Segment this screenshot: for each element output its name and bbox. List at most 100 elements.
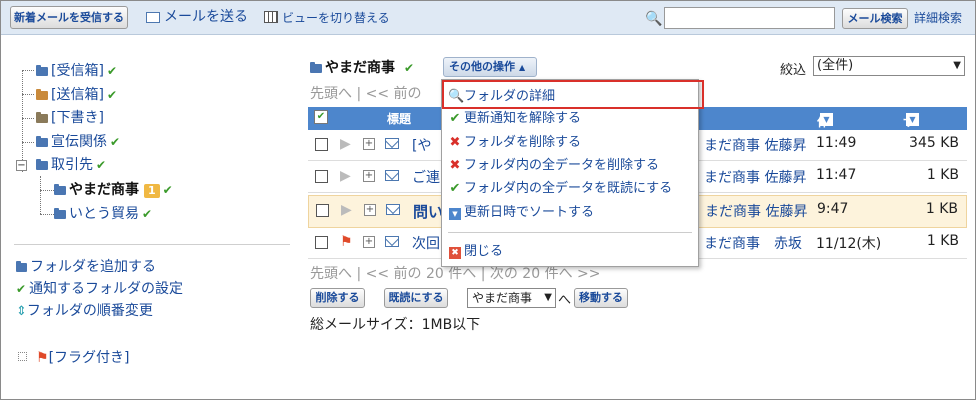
menu-item-folder-details[interactable]: 🔍フォルダの詳細 [448,87,555,107]
close-icon: ✖ [448,242,462,262]
row-subject[interactable]: ご連 [412,167,440,187]
row-checkbox[interactable] [315,138,328,151]
caret-up-icon: ▲ [519,63,526,72]
expand-icon[interactable]: + [364,204,376,216]
folder-icon [16,261,27,272]
advanced-search-link[interactable]: 詳細検索 [914,9,962,26]
other-operations-button[interactable]: その他の操作 ▲ [443,57,537,77]
folder-icon [54,208,66,219]
check-icon: ✔ [162,183,173,197]
columns-icon [264,11,278,23]
menu-item-disable-notify[interactable]: ✔ 更新通知を解除する [448,109,581,129]
expand-icon[interactable] [18,352,27,361]
up-down-arrow-icon: ⇕ [16,304,27,319]
expand-icon[interactable]: + [363,236,375,248]
unread-badge: 1 [144,184,160,198]
receive-mail-button[interactable]: 新着メールを受信する [10,6,128,29]
red-x-icon: ✖ [449,135,461,150]
flag-icon[interactable]: ⚑ [340,234,353,250]
red-x-icon: ✖ [449,158,461,173]
expand-icon[interactable]: + [363,170,375,182]
menu-item-mark-all-read[interactable]: ✔ フォルダ内の全データを既読にする [448,179,673,199]
delete-button[interactable]: 削除する [310,288,365,308]
folder-icon [36,65,48,76]
move-target-select[interactable]: やまだ商事 ▼ [467,288,556,308]
check-icon: ✔ [106,64,117,78]
sidebar-item-outbox[interactable]: [送信箱] ✔ [36,85,117,105]
row-date: 11/12(木) [816,236,882,252]
select-all-checkbox[interactable]: ✔ [314,110,328,124]
flag-icon[interactable]: ▶ [340,136,351,152]
row-size: 1 KB [926,167,959,183]
check-icon: ✔ [110,135,121,149]
sidebar-item-drafts[interactable]: [下書き] [36,108,104,128]
add-folder-link[interactable]: フォルダを追加する [16,256,156,276]
row-sender[interactable]: まだ商事 佐藤昇 [704,167,806,187]
row-sender[interactable]: まだ商事 佐藤昇 [705,201,807,221]
menu-item-delete-all-data[interactable]: ✖ フォルダ内の全データを削除する [448,156,659,176]
sidebar-item-inbox[interactable]: [受信箱] ✔ [36,61,117,81]
envelope-icon [386,204,400,215]
sidebar-item-yamada[interactable]: やまだ商事 1 ✔ [54,180,173,200]
notify-settings-link[interactable]: ✔ 通知するフォルダの設定 [16,278,183,298]
menu-item-delete-folder[interactable]: ✖ フォルダを削除する [448,133,581,153]
other-operations-menu: 🔍フォルダの詳細 ✔ 更新通知を解除する ✖ フォルダを削除する ✖ フォルダ内の全デ… [441,79,704,267]
row-subject[interactable]: 次回 [412,233,440,253]
sidebar-item-flagged[interactable]: ⚑[フラグ付き] [36,347,130,367]
sort-down-icon: ▼ [448,203,462,223]
check-icon: ✔ [106,88,117,102]
folder-icon [310,62,322,73]
row-subject[interactable]: 問い [413,201,443,222]
flag-icon[interactable]: ▶ [341,202,352,218]
switch-view-link[interactable]: ビューを切り替える [282,9,390,26]
row-sender[interactable]: まだ商事 佐藤昇 [704,135,806,155]
search-icon: 🔍 [645,11,663,27]
envelope-reply-icon [385,236,399,247]
move-connector: へ [558,293,572,308]
row-checkbox[interactable] [315,236,328,249]
search-input[interactable] [664,7,835,29]
menu-divider [448,232,692,233]
folder-icon [36,112,48,123]
row-checkbox[interactable] [316,204,329,217]
row-size: 345 KB [909,135,959,151]
sidebar-item-clients[interactable]: 取引先 ✔ [36,155,106,175]
sidebar-item-ito[interactable]: いとう貿易 ✔ [54,204,152,224]
expand-icon[interactable]: + [363,138,375,150]
row-date: 11:49 [816,135,857,151]
pager-top[interactable]: 先頭へ | << 前の [310,83,422,103]
collapse-icon[interactable]: − [16,160,27,171]
row-subject[interactable]: [や [412,135,431,155]
filter-select[interactable]: (全件) ▼ [813,56,965,76]
folder-icon [36,159,48,170]
sort-down-icon[interactable]: ▼ [906,113,919,126]
menu-item-sort-by-date[interactable]: ▼ 更新日時でソートする [448,203,594,223]
folder-icon [36,136,48,147]
reorder-folders-link[interactable]: ⇕フォルダの順番変更 [16,300,153,320]
menu-item-close[interactable]: ✖ 閉じる [448,242,503,262]
total-mail-size: 総メールサイズ：1MB以下 [310,317,481,333]
row-date: 9:47 [817,201,849,217]
sidebar-item-advertising[interactable]: 宣伝関係 ✔ [36,132,120,152]
flag-icon[interactable]: ▶ [340,168,351,184]
flag-icon: ⚑ [36,350,49,366]
column-subject[interactable]: 標題 [387,110,411,127]
check-icon: ✔ [16,282,27,296]
row-size: 1 KB [926,233,959,249]
search-button[interactable]: メール検索 [842,8,908,29]
magnifier-icon: 🔍 [448,89,465,104]
chevron-down-icon: ▼ [544,292,552,303]
sidebar-divider [14,244,290,245]
envelope-icon [385,170,399,181]
row-checkbox[interactable] [315,170,328,183]
sort-down-icon[interactable]: ▼ [820,113,833,126]
filter-label: 絞込 [780,63,807,78]
row-size: 1 KB [925,201,958,217]
row-sender[interactable]: まだ商事 赤坂 [704,233,802,253]
mark-read-button[interactable]: 既読にする [384,288,448,308]
envelope-icon [385,138,399,149]
folder-outbox-icon [36,89,48,100]
check-icon: ✔ [96,158,107,172]
send-mail-link[interactable]: メールを送る [164,6,248,26]
move-button[interactable]: 移動する [574,288,628,308]
